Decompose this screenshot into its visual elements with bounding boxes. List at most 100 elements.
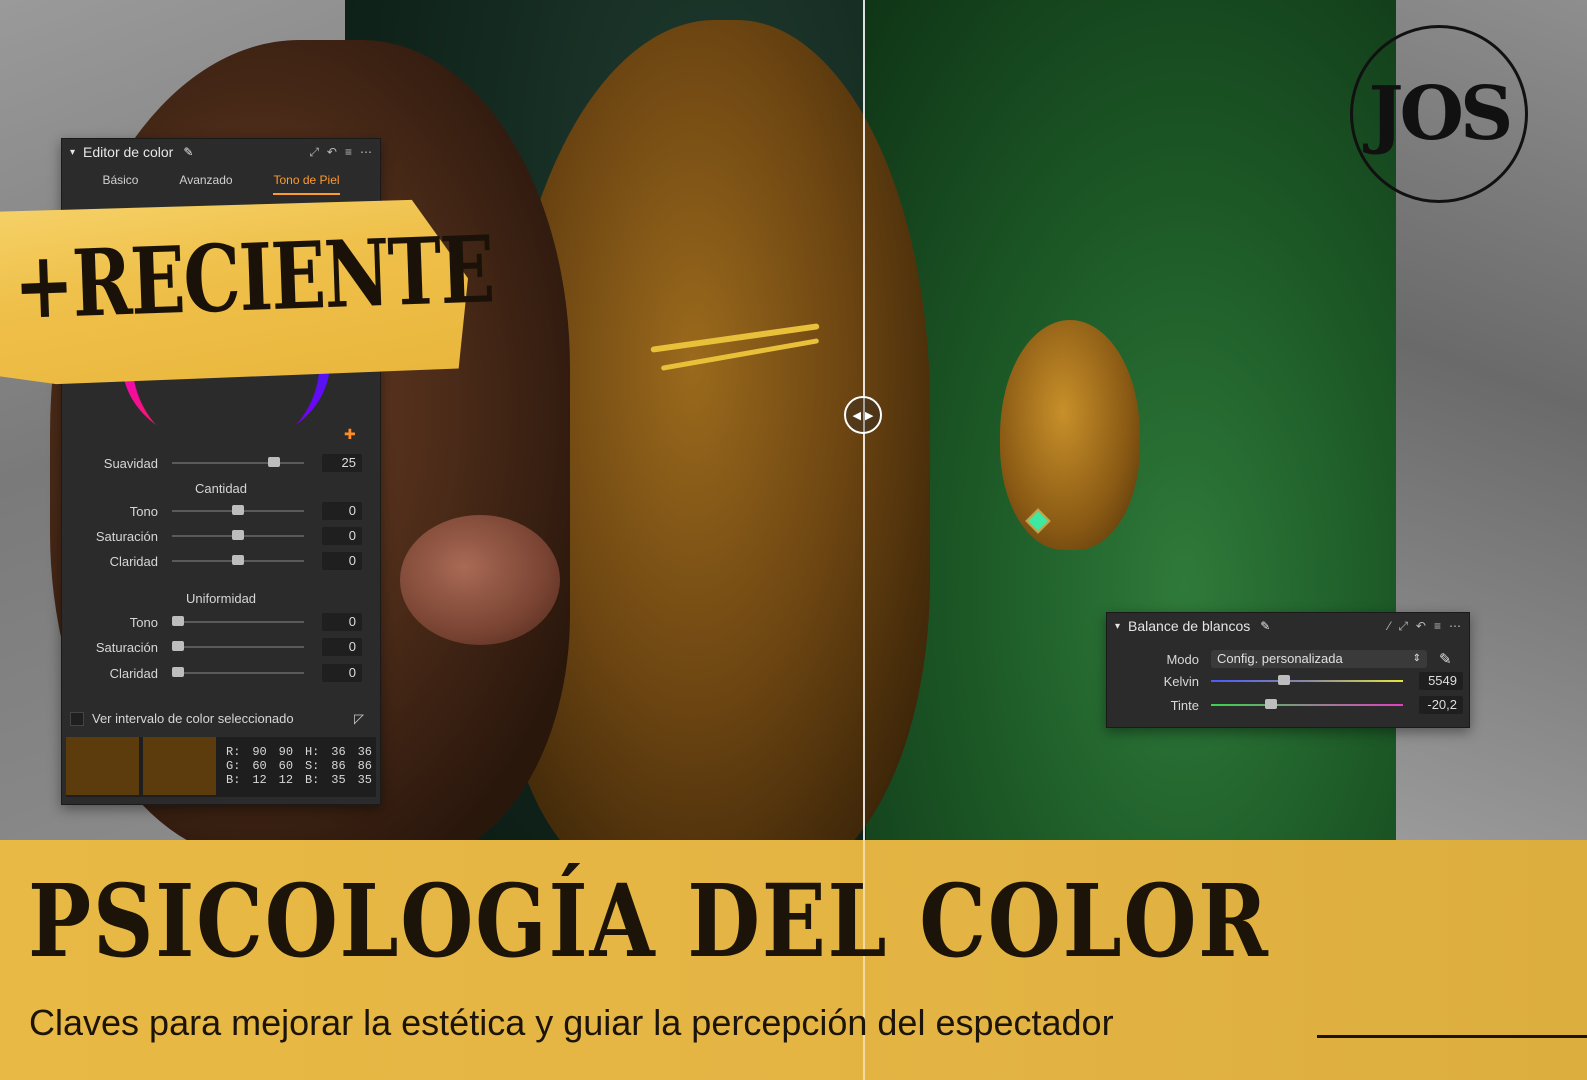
slider-track[interactable] <box>1211 675 1403 685</box>
arrow-left-icon: ◀ <box>852 409 861 422</box>
slider-track[interactable] <box>172 616 304 626</box>
slider-track[interactable] <box>172 555 304 565</box>
wb-mode-select[interactable]: Config. personalizada ⇕ <box>1211 650 1427 668</box>
white-balance-panel: ▾ Balance de blancos ✎ ⁄ ⤢ ↶ ≡ ⋯ Modo Co… <box>1106 612 1470 728</box>
slider-knob[interactable] <box>172 641 184 651</box>
slider-uniformidad-saturacion[interactable]: Saturación 0 <box>62 637 380 657</box>
readout-cell: R: <box>226 745 241 759</box>
white-balance-header: ▾ Balance de blancos ✎ ⁄ ⤢ ↶ ≡ ⋯ <box>1107 613 1469 639</box>
rgb-hsb-readout: R: 90 90 H: 36 36 G: 60 60 S: 86 86 B: 1… <box>220 737 376 797</box>
readout-row: R: 90 90 H: 36 36 <box>226 745 372 759</box>
wb-mode-row: Modo Config. personalizada ⇕ ✎ <box>1107 649 1469 669</box>
readout-cell: S: <box>304 759 320 773</box>
skin-picker-icon[interactable]: ✚ <box>344 426 356 443</box>
color-readout: R: 90 90 H: 36 36 G: 60 60 S: 86 86 B: 1… <box>66 737 376 797</box>
select-arrows-icon: ⇕ <box>1412 653 1421 664</box>
slider-tinte[interactable]: Tinte -20,2 <box>1107 695 1469 715</box>
tab-basico[interactable]: Básico <box>102 173 138 195</box>
picker-icon[interactable]: ⁄ <box>1388 619 1390 634</box>
slider-label: Tono <box>129 614 158 630</box>
slider-knob[interactable] <box>268 457 280 467</box>
slider-uniformidad-tono[interactable]: Tono 0 <box>62 612 380 632</box>
readout-cell: B: <box>226 773 241 787</box>
readout-cell: 35 <box>357 773 372 787</box>
slider-suavidad[interactable]: Suavidad 25 <box>62 453 380 473</box>
slider-value-field[interactable]: 0 <box>322 613 362 631</box>
slider-knob[interactable] <box>232 555 244 565</box>
slider-value-field[interactable]: 0 <box>322 527 362 545</box>
slider-value-field[interactable]: 25 <box>322 454 362 472</box>
slider-track[interactable] <box>172 457 304 467</box>
slider-cantidad-saturacion[interactable]: Saturación 0 <box>62 526 380 546</box>
slider-label: Kelvin <box>1163 673 1199 689</box>
tab-avanzado[interactable]: Avanzado <box>179 173 232 195</box>
swatch-after <box>143 737 216 795</box>
chevron-down-icon[interactable]: ▾ <box>1115 621 1120 632</box>
readout-cell: H: <box>304 745 320 759</box>
slider-value-field[interactable]: 0 <box>322 502 362 520</box>
slider-value-field[interactable]: -20,2 <box>1419 696 1463 714</box>
slider-value-field[interactable]: 0 <box>322 638 362 656</box>
slider-knob[interactable] <box>1277 675 1290 685</box>
undo-icon[interactable]: ↶ <box>327 145 337 160</box>
slider-label: Saturación <box>95 639 158 655</box>
menu-icon[interactable]: ≡ <box>345 145 352 160</box>
arrow-right-icon: ▶ <box>865 409 874 422</box>
split-handle-icon[interactable]: ◀ ▶ <box>844 396 882 434</box>
slider-label: Tinte <box>1170 697 1199 713</box>
range-picker-icon[interactable]: ◸ <box>354 711 364 727</box>
show-range-checkbox[interactable] <box>70 711 84 726</box>
readout-cell: 90 <box>278 745 294 759</box>
slider-track[interactable] <box>172 667 304 677</box>
more-icon[interactable]: ⋯ <box>1449 619 1461 634</box>
slider-uniformidad-claridad[interactable]: Claridad 0 <box>62 663 380 683</box>
readout-row: G: 60 60 S: 86 86 <box>226 759 372 773</box>
readout-cell: 35 <box>331 773 346 787</box>
slider-label: Saturación <box>95 528 158 544</box>
eyedropper-icon[interactable]: ✎ <box>1439 650 1452 668</box>
slider-value-field[interactable]: 0 <box>322 552 362 570</box>
slider-kelvin[interactable]: Kelvin 5549 <box>1107 671 1469 691</box>
tape-label-text: +RECIENTE <box>12 215 495 340</box>
chevron-down-icon[interactable]: ▾ <box>70 147 75 158</box>
swatch-before <box>66 737 139 795</box>
slider-knob[interactable] <box>232 505 244 515</box>
panel-title: Balance de blancos <box>1128 618 1251 634</box>
slider-track[interactable] <box>172 505 304 515</box>
readout-cell: 86 <box>331 759 346 773</box>
slider-value-field[interactable]: 0 <box>322 664 362 682</box>
slider-track[interactable] <box>172 641 304 651</box>
slider-knob[interactable] <box>232 530 244 540</box>
slider-knob[interactable] <box>172 616 184 626</box>
banner-rule <box>1317 1035 1587 1038</box>
readout-cell: 12 <box>252 773 267 787</box>
eyedropper-icon[interactable]: ✎ <box>1260 619 1270 633</box>
readout-cell: 60 <box>278 759 294 773</box>
slider-track[interactable] <box>172 530 304 540</box>
eyedropper-icon[interactable]: ✎ <box>183 145 193 159</box>
editor-tabs: Básico Avanzado Tono de Piel <box>62 165 380 195</box>
tab-tono-de-piel[interactable]: Tono de Piel <box>273 173 340 195</box>
expand-icon[interactable]: ⤢ <box>1398 619 1408 634</box>
slider-value-field[interactable]: 5549 <box>1419 672 1463 690</box>
undo-icon[interactable]: ↶ <box>1416 619 1426 634</box>
color-editor-header: ▾ Editor de color ✎ ⤢ ↶ ≡ ⋯ <box>62 139 380 165</box>
slider-track[interactable] <box>1211 699 1403 709</box>
menu-icon[interactable]: ≡ <box>1434 619 1441 634</box>
expand-icon[interactable]: ⤢ <box>309 145 319 160</box>
slider-cantidad-tono[interactable]: Tono 0 <box>62 501 380 521</box>
slider-label: Claridad <box>109 553 158 569</box>
slider-knob[interactable] <box>1265 699 1277 709</box>
slider-cantidad-claridad[interactable]: Claridad 0 <box>62 551 380 571</box>
wb-mode-label: Modo <box>1166 651 1199 667</box>
wb-mode-value: Config. personalizada <box>1217 651 1343 666</box>
show-range-option[interactable]: Ver intervalo de color seleccionado <box>70 711 294 726</box>
brand-logo: JOS <box>1350 25 1528 203</box>
banner-subtitle: Claves para mejorar la estética y guiar … <box>29 1002 1114 1043</box>
section-heading: Uniformidad <box>185 591 257 606</box>
more-icon[interactable]: ⋯ <box>360 145 372 160</box>
readout-cell: 86 <box>357 759 372 773</box>
readout-cell: 36 <box>331 745 346 759</box>
panel-title: Editor de color <box>83 144 174 160</box>
slider-knob[interactable] <box>172 667 184 677</box>
